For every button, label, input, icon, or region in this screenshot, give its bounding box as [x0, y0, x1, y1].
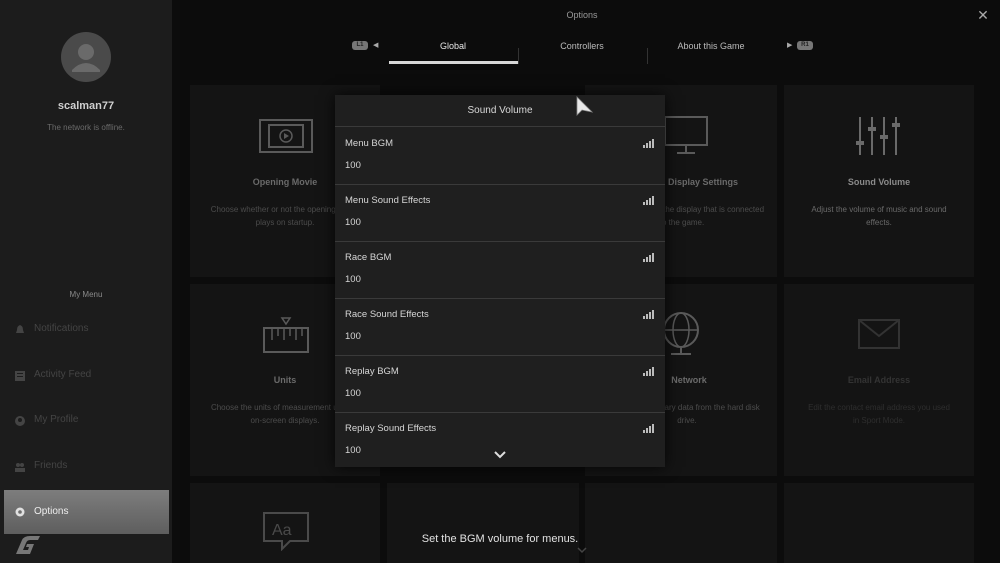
card-description: Adjust the volume of music and sound eff… — [811, 205, 947, 227]
volume-value: 100 — [345, 388, 361, 399]
volume-bars-icon — [643, 139, 654, 148]
help-hint-text: Set the BGM volume for menus. — [421, 533, 579, 545]
network-status: The network is offline. — [47, 123, 125, 132]
tab-global[interactable]: Global — [389, 41, 517, 51]
card-description: Edit the contact email address you used … — [808, 403, 950, 425]
card-blank-3[interactable] — [784, 483, 974, 563]
my-menu-label: My Menu — [69, 290, 103, 299]
chevron-right-icon: ▶ — [787, 42, 793, 49]
feed-icon — [15, 371, 25, 381]
close-icon[interactable]: ✕ — [976, 8, 990, 22]
volume-row-menu-bgm[interactable]: Menu BGM 100 — [335, 127, 665, 185]
dialog-title: Sound Volume — [467, 105, 533, 116]
globe-icon — [663, 312, 699, 355]
volume-value: 100 — [345, 331, 361, 342]
monitor-icon — [664, 116, 708, 154]
user-silhouette-icon — [72, 44, 100, 72]
volume-value: 100 — [345, 445, 361, 456]
card-sound-volume[interactable]: Sound Volume Adjust the volume of music … — [784, 85, 974, 277]
volume-label: Race BGM — [345, 252, 392, 263]
card-title: Sound Volume — [847, 177, 911, 187]
pointer-cursor-icon — [576, 96, 594, 116]
l1-button-icon[interactable]: L1 — [352, 41, 368, 50]
volume-bars-icon — [643, 367, 654, 376]
volume-row-replay-sound-effects[interactable]: Replay Sound Effects 100 — [335, 412, 665, 469]
sound-volume-dialog: Sound Volume Menu BGM 100 Menu Sound Eff… — [335, 95, 665, 467]
tab-bar: L1 ◀ Global Controllers About this Game … — [340, 30, 820, 64]
volume-value: 100 — [345, 217, 361, 228]
volume-row-replay-bgm[interactable]: Replay BGM 100 — [335, 355, 665, 413]
chevron-left-icon: ◀ — [373, 42, 379, 49]
card-blank-2[interactable] — [585, 483, 777, 563]
active-tab-indicator — [389, 61, 518, 64]
volume-bars-icon — [643, 310, 654, 319]
sidebar-item-label: Friends — [34, 460, 68, 471]
avatar[interactable] — [61, 32, 111, 82]
sidebar: scalman77 The network is offline. My Men… — [0, 0, 172, 563]
tab-about-this-game[interactable]: About this Game — [647, 41, 775, 51]
profile-icon — [15, 416, 25, 426]
chevron-down-icon — [577, 547, 587, 554]
card-blank-1[interactable] — [387, 483, 579, 563]
username: scalman77 — [57, 100, 115, 112]
card-language[interactable]: Aa — [190, 483, 380, 563]
chevron-down-icon[interactable] — [493, 450, 507, 460]
sidebar-item-options[interactable]: Options — [4, 490, 169, 534]
r1-button-icon[interactable]: R1 — [797, 41, 813, 50]
sidebar-item-label: Options — [34, 506, 69, 517]
friends-icon — [15, 463, 25, 472]
gear-icon — [15, 507, 25, 517]
ruler-icon — [263, 317, 309, 353]
sidebar-item-activity-feed[interactable]: Activity Feed — [4, 355, 169, 397]
volume-bars-icon — [643, 196, 654, 205]
language-icon: Aa — [263, 512, 309, 551]
tab-controllers[interactable]: Controllers — [518, 41, 646, 51]
mail-icon — [858, 319, 900, 349]
sliders-icon — [856, 117, 900, 155]
volume-label: Replay BGM — [345, 366, 399, 377]
volume-label: Menu BGM — [345, 138, 394, 149]
volume-row-race-bgm[interactable]: Race BGM 100 — [335, 241, 665, 299]
volume-label: Replay Sound Effects — [345, 423, 437, 434]
window-title: Options — [566, 10, 598, 20]
volume-row-menu-sound-effects[interactable]: Menu Sound Effects 100 — [335, 184, 665, 242]
sidebar-item-label: My Profile — [34, 414, 79, 425]
sidebar-item-notifications[interactable]: Notifications — [4, 309, 169, 351]
sidebar-item-my-profile[interactable]: My Profile — [4, 400, 169, 442]
volume-bars-icon — [643, 253, 654, 262]
bell-icon — [16, 325, 24, 333]
volume-bars-icon — [643, 424, 654, 433]
volume-label: Race Sound Effects — [345, 309, 429, 320]
sidebar-item-label: Notifications — [34, 323, 89, 334]
volume-row-race-sound-effects[interactable]: Race Sound Effects 100 — [335, 298, 665, 356]
card-title: Email Address — [847, 375, 911, 385]
volume-value: 100 — [345, 160, 361, 171]
volume-label: Menu Sound Effects — [345, 195, 431, 206]
sidebar-item-friends[interactable]: Friends — [4, 446, 169, 488]
volume-value: 100 — [345, 274, 361, 285]
film-icon — [259, 119, 313, 153]
card-email-address[interactable]: Email Address Edit the contact email add… — [784, 284, 974, 476]
sidebar-item-label: Activity Feed — [34, 369, 92, 380]
